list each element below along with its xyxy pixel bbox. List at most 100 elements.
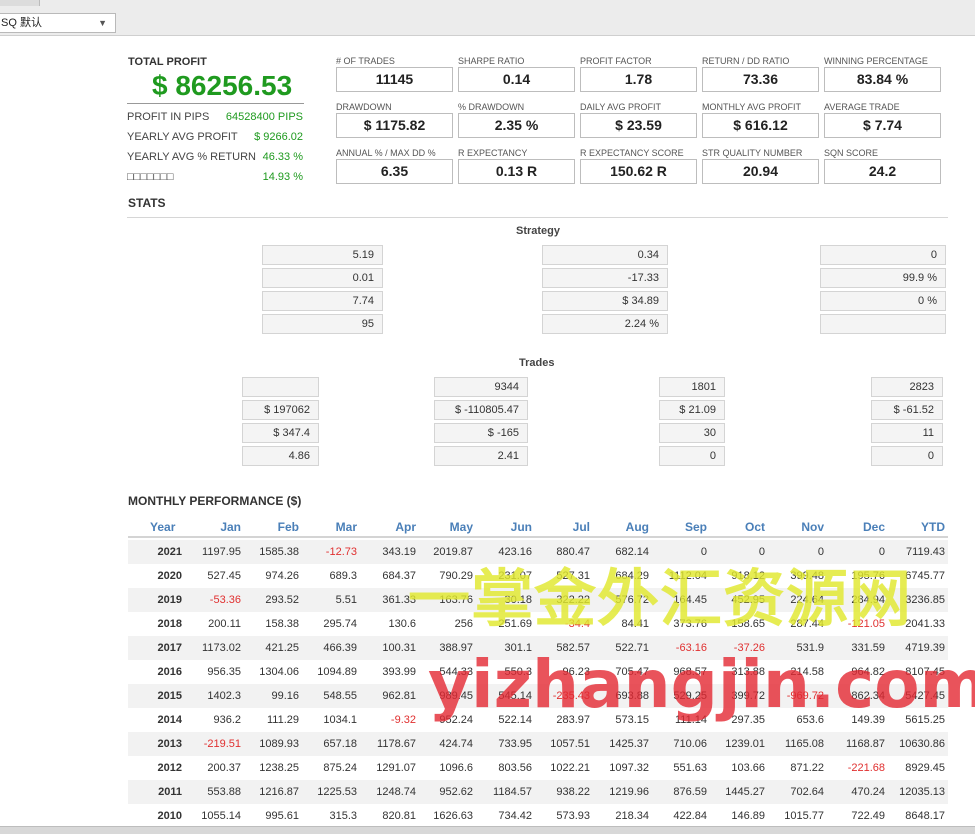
monthly-table-header: Year Jan Feb Mar Apr May Jun Jul Aug Sep Oct Nov Dec…: [128, 514, 948, 538]
metric-value: $ 23.59: [580, 113, 697, 138]
metric-card: # OF TRADES 11145: [336, 56, 453, 96]
month-value-cell: 803.56: [498, 762, 532, 774]
metric-label: R EXPECTANCY SCORE: [580, 148, 684, 158]
stat-value: 11: [871, 423, 943, 443]
year-cell: 2017: [157, 642, 182, 654]
column-header[interactable]: Feb: [278, 520, 299, 534]
stat-value: 0: [820, 245, 946, 265]
metric-value: 73.36: [702, 67, 819, 92]
stat-value: 7.74: [262, 291, 383, 311]
month-value-cell: 1291.07: [376, 762, 416, 774]
summary-row: PROFIT IN PIPS 64528400 PIPS: [127, 111, 304, 131]
stat-value: 0 %: [820, 291, 946, 311]
metric-label: DRAWDOWN: [336, 102, 392, 112]
metric-card: STR QUALITY NUMBER 20.94: [702, 148, 819, 188]
metric-label: RETURN / DD RATIO: [702, 56, 790, 66]
metric-value: 150.62 R: [580, 159, 697, 184]
column-header[interactable]: YTD: [921, 520, 945, 534]
column-header[interactable]: Year: [150, 520, 175, 534]
stat-value: $ -61.52: [871, 400, 943, 420]
column-header[interactable]: May: [450, 520, 473, 534]
month-value-cell: -9.32: [390, 714, 416, 726]
metric-label: SQN SCORE: [824, 148, 879, 158]
month-value-cell: 710.06: [673, 738, 707, 750]
metric-label: # OF TRADES: [336, 56, 395, 66]
chevron-down-icon[interactable]: ▼: [98, 14, 107, 32]
month-value-cell: 1425.37: [609, 738, 649, 750]
summary-row-value: 14.93 %: [262, 171, 303, 183]
column-header[interactable]: Jul: [573, 520, 590, 534]
month-value-cell: 1626.63: [433, 810, 473, 822]
metric-label: ANNUAL % / MAX DD %: [336, 148, 436, 158]
month-value-cell: 1238.25: [259, 762, 299, 774]
metric-value: $ 616.12: [702, 113, 819, 138]
month-value-cell: 1585.38: [259, 546, 299, 558]
metric-card: PROFIT FACTOR 1.78: [580, 56, 697, 96]
month-value-cell: 956.35: [207, 666, 241, 678]
column-header[interactable]: Dec: [863, 520, 885, 534]
month-value-cell: 146.89: [731, 810, 765, 822]
summary-row-label: YEARLY AVG % RETURN: [127, 151, 256, 163]
month-value-cell: 657.18: [323, 738, 357, 750]
month-value-cell: 974.26: [265, 570, 299, 582]
month-value-cell: -12.73: [325, 546, 357, 558]
horizontal-scrollbar[interactable]: [0, 826, 975, 834]
month-value-cell: 1022.21: [550, 762, 590, 774]
month-value-cell: 1055.14: [201, 810, 241, 822]
metric-label: WINNING PERCENTAGE: [824, 56, 928, 66]
stat-value: $ 197062: [242, 400, 319, 420]
year-cell: 2018: [157, 618, 182, 630]
month-value-cell: 10630.86: [899, 738, 945, 750]
month-value-cell: 103.66: [731, 762, 765, 774]
column-header[interactable]: Nov: [801, 520, 824, 534]
column-header[interactable]: Jan: [220, 520, 241, 534]
column-header[interactable]: Apr: [395, 520, 416, 534]
column-header[interactable]: Mar: [336, 520, 357, 534]
year-cell: 2013: [157, 738, 182, 750]
month-value-cell: 1165.08: [785, 738, 824, 750]
watermark-url: yizhangjin.com: [428, 646, 975, 723]
month-value-cell: 1094.89: [317, 666, 357, 678]
month-value-cell: 8648.17: [905, 810, 945, 822]
metric-value: 24.2: [824, 159, 941, 184]
table-row: 2012 200.37 1238.25 875.24 1291.07 1096.6 803.…: [128, 756, 948, 780]
column-header[interactable]: Oct: [745, 520, 765, 534]
column-header[interactable]: Jun: [511, 520, 532, 534]
metric-value: 0.14: [458, 67, 575, 92]
year-cell: 2010: [157, 810, 182, 822]
year-cell: 2016: [157, 666, 182, 678]
month-value-cell: 995.61: [265, 810, 299, 822]
strategy-subheading: Strategy: [516, 225, 561, 237]
stat-value: 2823: [871, 377, 943, 397]
summary-row-label: YEARLY AVG PROFIT: [127, 131, 238, 143]
table-row: 2011 553.88 1216.87 1225.53 1248.74 952.62 118…: [128, 780, 948, 804]
month-value-cell: 573.93: [556, 810, 590, 822]
stat-value: 9344: [434, 377, 528, 397]
column-header[interactable]: Aug: [626, 520, 649, 534]
month-value-cell: 689.3: [329, 570, 357, 582]
month-value-cell: 200.37: [207, 762, 241, 774]
total-profit-label: TOTAL PROFIT: [128, 56, 207, 68]
month-value-cell: 1089.93: [259, 738, 299, 750]
summary-row: YEARLY AVG PROFIT $ 9266.02: [127, 131, 304, 151]
month-value-cell: 100.31: [382, 642, 416, 654]
metric-card: R EXPECTANCY 0.13 R: [458, 148, 575, 188]
month-value-cell: 466.39: [323, 642, 357, 654]
metric-card: AVERAGE TRADE $ 7.74: [824, 102, 941, 142]
stat-value: $ 21.09: [659, 400, 725, 420]
metric-card: MONTHLY AVG PROFIT $ 616.12: [702, 102, 819, 142]
metric-label: SHARPE RATIO: [458, 56, 525, 66]
column-header[interactable]: Sep: [685, 520, 707, 534]
profile-select[interactable]: SQ 默认 ▼: [0, 13, 116, 33]
summary-row-label: PROFIT IN PIPS: [127, 111, 210, 123]
metric-label: R EXPECTANCY: [458, 148, 528, 158]
month-value-cell: 1097.32: [609, 762, 649, 774]
month-value-cell: 1197.95: [202, 546, 241, 558]
tab-strip[interactable]: [0, 0, 40, 6]
metric-label: AVERAGE TRADE: [824, 102, 900, 112]
month-value-cell: 876.59: [673, 786, 707, 798]
month-value-cell: -219.51: [203, 738, 241, 750]
summary-row-label: □□□□□□□: [127, 171, 174, 183]
month-value-cell: 1219.96: [609, 786, 649, 798]
month-value-cell: 820.81: [382, 810, 416, 822]
